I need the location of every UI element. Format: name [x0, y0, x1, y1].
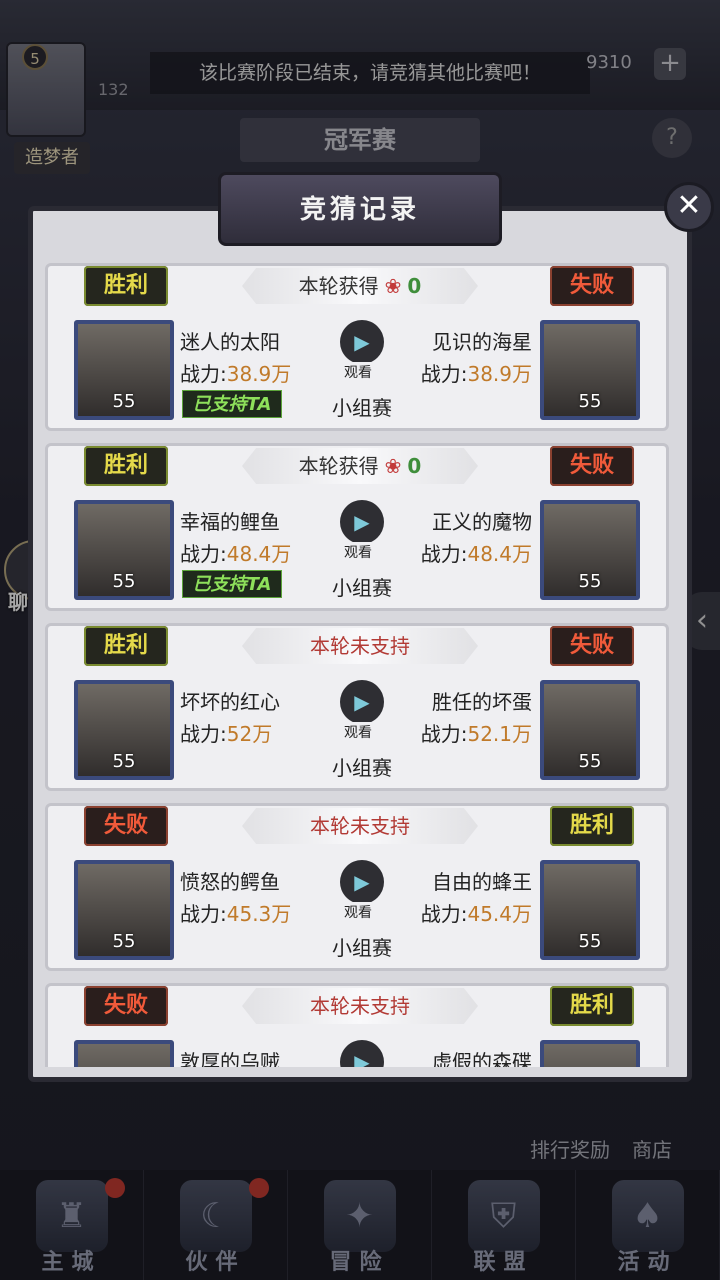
right-result-badge: 失败 [550, 266, 634, 306]
left-player-name: 坏坏的红心 [180, 690, 280, 714]
right-player-portrait[interactable]: 55 [540, 500, 640, 600]
match-stage: 小组赛 [332, 576, 392, 600]
power-value: 48.4万 [467, 542, 532, 566]
left-player-power: 战力:48.4万 [180, 538, 291, 567]
power-label: 战力: [420, 542, 468, 566]
left-result-badge: 胜利 [84, 626, 168, 666]
right-player-power: 战力:45.4万 [421, 898, 532, 927]
player-level: 55 [112, 931, 136, 952]
left-player-name: 幸福的鲤鱼 [180, 510, 280, 534]
right-result-badge: 失败 [550, 626, 634, 666]
record-card: 失败 本轮未支持 胜利 敦厚的乌贼 ▶ 虚假的森碟 [45, 983, 669, 1067]
supported-badge: 已支持TA [182, 390, 282, 418]
rose-icon: ❀ [384, 274, 402, 298]
right-player-portrait[interactable] [540, 1040, 640, 1067]
power-value: 45.4万 [467, 902, 532, 926]
right-player-portrait[interactable]: 55 [540, 860, 640, 960]
match-stage: 小组赛 [332, 936, 392, 960]
watch-replay-button[interactable]: ▶ [340, 860, 384, 904]
player-level: 55 [112, 391, 136, 412]
player-level: 55 [578, 391, 602, 412]
watch-label: 观看 [342, 902, 374, 922]
power-value: 52万 [226, 722, 273, 746]
right-player-name: 正义的魔物 [432, 510, 532, 534]
reward-count: 0 [407, 454, 422, 478]
left-player-portrait[interactable]: 55 [74, 320, 174, 420]
betting-record-modal: 胜利 本轮获得 ❀ 0 失败 55 迷人的太阳 战力:38.9万 已支持TA ▶ 观… [28, 206, 692, 1082]
left-player-portrait[interactable] [74, 1040, 174, 1067]
player-level: 55 [578, 751, 602, 772]
reward-label: 本轮获得 [298, 274, 379, 298]
left-result-badge: 胜利 [84, 446, 168, 486]
reward-label: 本轮获得 [298, 454, 379, 478]
reward-count: 0 [407, 274, 422, 298]
player-level: 55 [578, 931, 602, 952]
power-label: 战力: [180, 722, 227, 746]
power-label: 战力: [180, 362, 227, 386]
left-player-power: 战力:52万 [180, 718, 272, 747]
round-reward: 本轮未支持 [242, 628, 478, 664]
rose-icon: ❀ [384, 454, 402, 478]
power-value: 38.9万 [467, 362, 532, 386]
power-value: 45.3万 [226, 902, 292, 926]
left-player-portrait[interactable]: 55 [74, 500, 174, 600]
power-value: 48.4万 [226, 542, 292, 566]
record-card: 胜利 本轮获得 ❀ 0 失败 55 幸福的鲤鱼 战力:48.4万 已支持TA ▶ 观… [45, 443, 669, 611]
left-player-name: 愤怒的鳄鱼 [180, 870, 280, 894]
right-player-name: 胜任的坏蛋 [432, 690, 532, 714]
right-player-portrait[interactable]: 55 [540, 680, 640, 780]
left-player-name: 迷人的太阳 [180, 330, 280, 354]
record-card: 失败 本轮未支持 胜利 55 愤怒的鳄鱼 战力:45.3万 ▶ 观看 小组赛 自… [45, 803, 669, 971]
watch-replay-button[interactable]: ▶ [340, 500, 384, 544]
right-result-badge: 胜利 [550, 986, 634, 1026]
match-stage: 小组赛 [332, 756, 392, 780]
power-label: 战力: [420, 362, 468, 386]
supported-badge: 已支持TA [182, 570, 282, 598]
left-result-badge: 胜利 [84, 266, 168, 306]
player-level: 55 [112, 751, 136, 772]
watch-label: 观看 [342, 362, 374, 382]
right-result-badge: 胜利 [550, 806, 634, 846]
round-reward: 本轮未支持 [242, 808, 478, 844]
watch-replay-button[interactable]: ▶ [340, 680, 384, 724]
left-player-portrait[interactable]: 55 [74, 860, 174, 960]
record-card: 胜利 本轮获得 ❀ 0 失败 55 迷人的太阳 战力:38.9万 已支持TA ▶ 观… [45, 263, 669, 431]
power-value: 38.9万 [226, 362, 292, 386]
round-reward: 本轮获得 ❀ 0 [242, 268, 478, 304]
right-player-name: 虚假的森碟 [432, 1050, 532, 1067]
power-label: 战力: [180, 542, 227, 566]
right-player-power: 战力:52.1万 [421, 718, 532, 747]
player-level: 55 [578, 571, 602, 592]
right-result-badge: 失败 [550, 446, 634, 486]
close-icon[interactable]: ✕ [664, 182, 714, 232]
left-player-name: 敦厚的乌贼 [180, 1050, 280, 1067]
right-player-power: 战力:38.9万 [421, 358, 532, 387]
watch-replay-button[interactable]: ▶ [340, 320, 384, 364]
left-player-portrait[interactable]: 55 [74, 680, 174, 780]
left-result-badge: 失败 [84, 986, 168, 1026]
left-player-power: 战力:38.9万 [180, 358, 291, 387]
power-label: 战力: [420, 902, 468, 926]
round-reward: 本轮获得 ❀ 0 [242, 448, 478, 484]
watch-label: 观看 [342, 722, 374, 742]
left-player-power: 战力:45.3万 [180, 898, 291, 927]
right-player-name: 见识的海星 [432, 330, 532, 354]
round-reward: 本轮未支持 [242, 988, 478, 1024]
watch-replay-button[interactable]: ▶ [340, 1040, 384, 1067]
power-label: 战力: [180, 902, 227, 926]
right-player-portrait[interactable]: 55 [540, 320, 640, 420]
right-player-name: 自由的蜂王 [432, 870, 532, 894]
player-level: 55 [112, 571, 136, 592]
left-result-badge: 失败 [84, 806, 168, 846]
watch-label: 观看 [342, 542, 374, 562]
power-value: 52.1万 [467, 722, 532, 746]
modal-title: 竞猜记录 [218, 172, 502, 246]
right-player-power: 战力:48.4万 [421, 538, 532, 567]
record-card: 胜利 本轮未支持 失败 55 坏坏的红心 战力:52万 ▶ 观看 小组赛 胜任的… [45, 623, 669, 791]
match-stage: 小组赛 [332, 396, 392, 420]
power-label: 战力: [420, 722, 468, 746]
record-list[interactable]: 胜利 本轮获得 ❀ 0 失败 55 迷人的太阳 战力:38.9万 已支持TA ▶ 观… [43, 245, 677, 1067]
